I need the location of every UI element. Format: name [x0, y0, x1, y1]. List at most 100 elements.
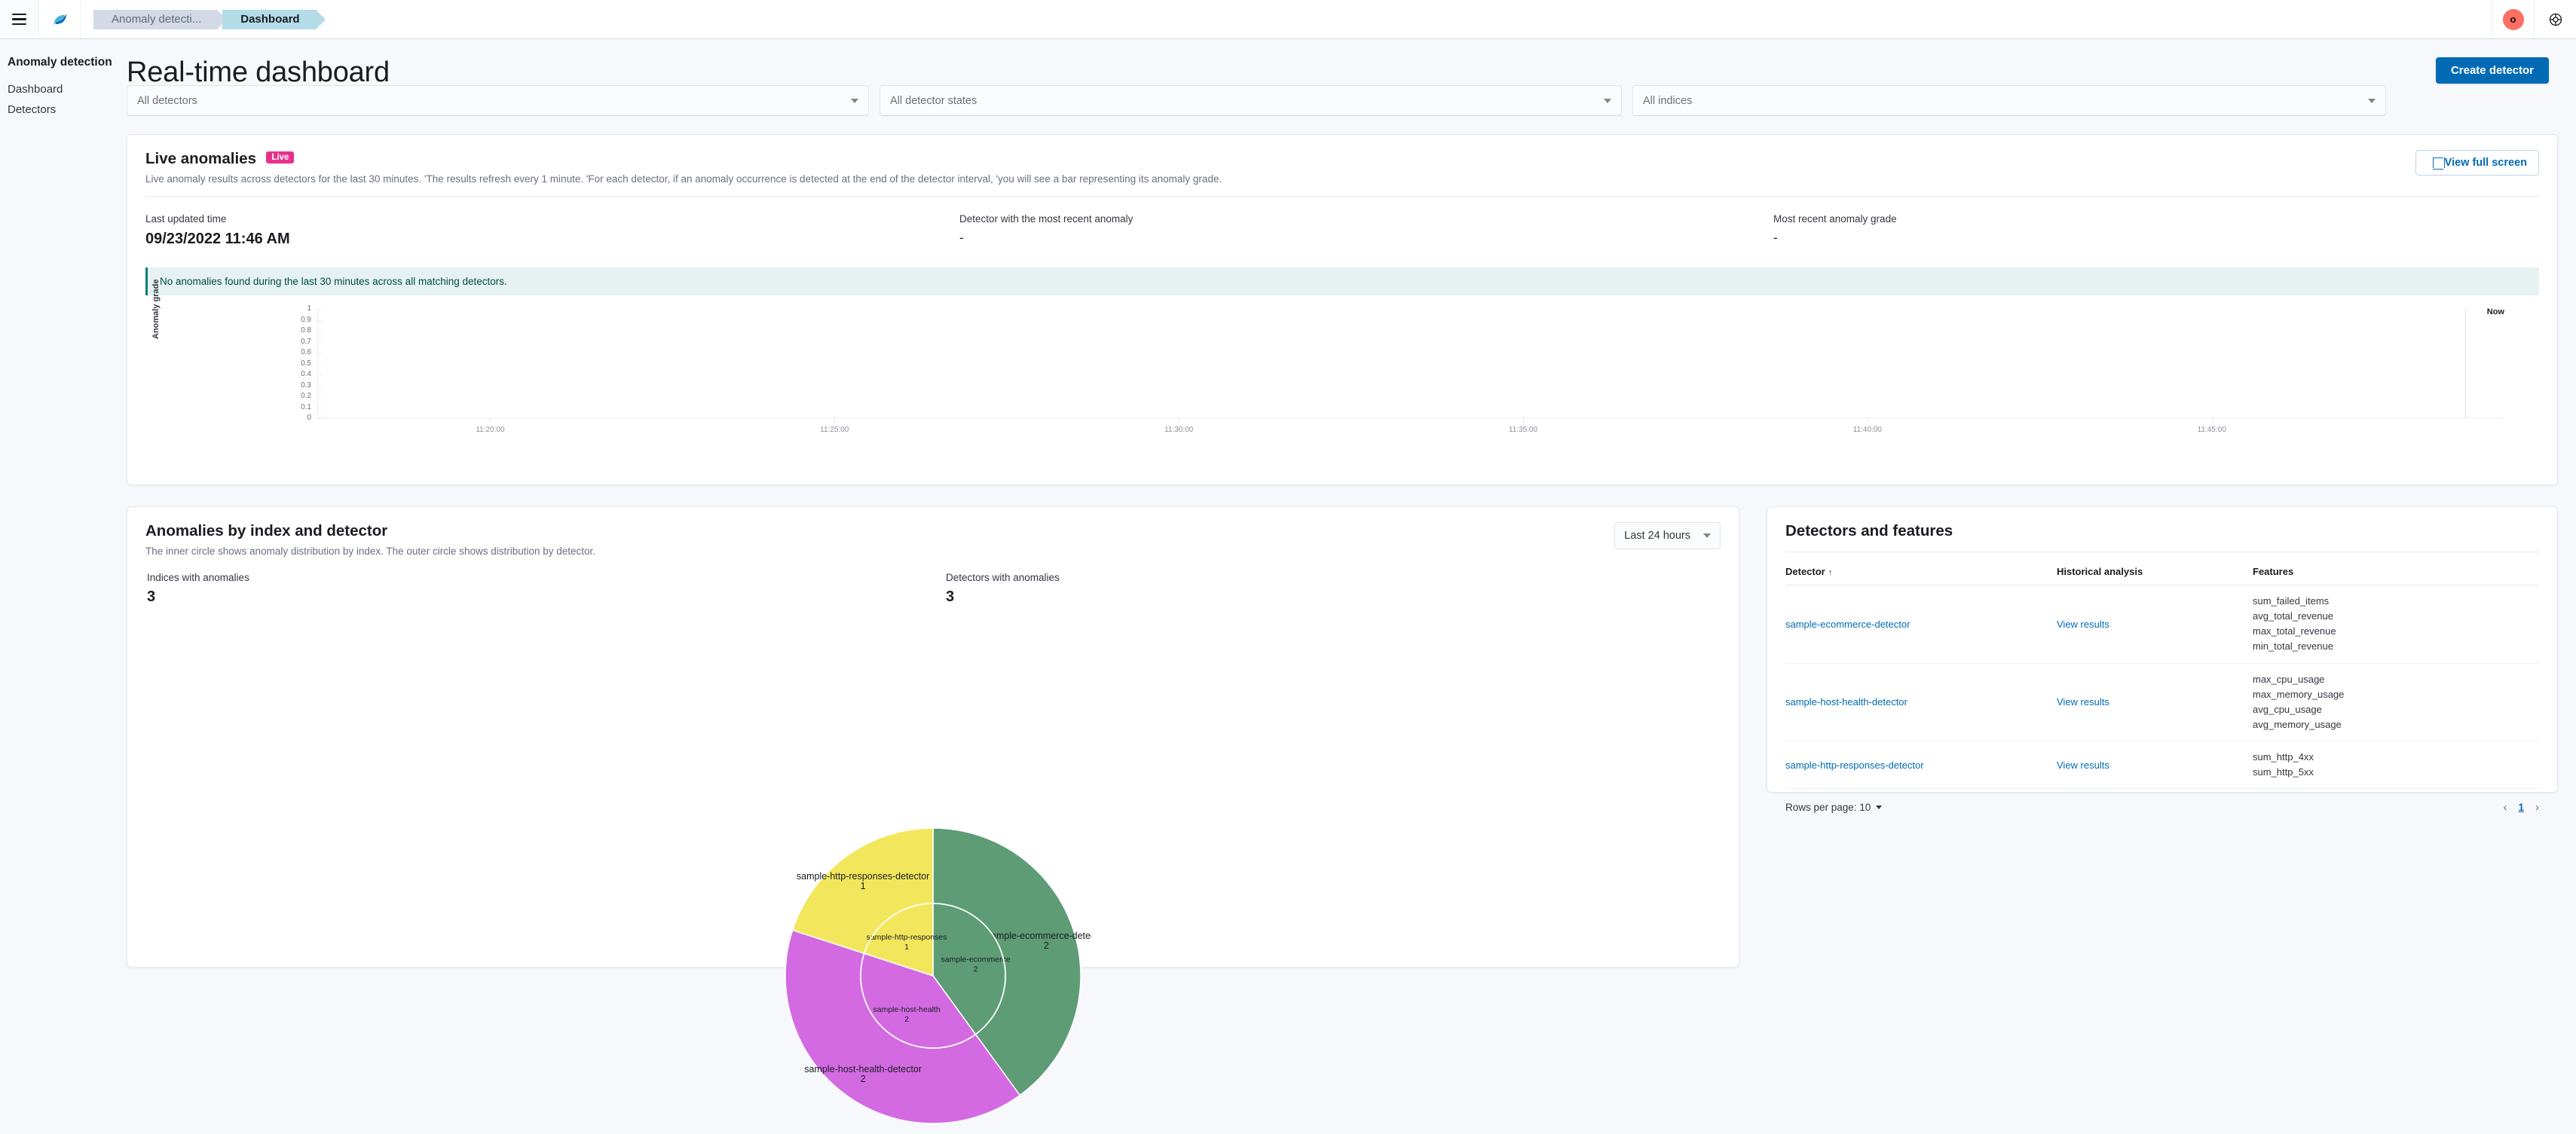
- column-header-detector[interactable]: Detector ↑: [1785, 566, 2057, 585]
- rows-per-page-label: Rows per page: 10: [1785, 802, 1871, 814]
- next-page-button[interactable]: ›: [2535, 801, 2539, 814]
- create-detector-button[interactable]: Create detector: [2435, 57, 2549, 84]
- feature-name: sum_http_5xx: [2253, 766, 2314, 778]
- chart-x-tick-label: 11:45:00: [2197, 426, 2226, 434]
- feature-name: sum_http_4xx: [2253, 751, 2314, 763]
- detectors-and-features-panel: Detectors and features Detector ↑ Histori…: [1767, 506, 2558, 814]
- pie-stats-row: Indices with anomalies 3 Detectors with …: [145, 572, 1721, 606]
- column-header-historical-analysis[interactable]: Historical analysis: [2057, 566, 2253, 585]
- chart-y-tick: 0.5: [301, 359, 311, 368]
- chevron-down-icon: [1604, 98, 1611, 103]
- chart-y-gridline: [318, 385, 322, 387]
- breadcrumb-item-dashboard[interactable]: Dashboard: [222, 9, 326, 29]
- hamburger-icon: [12, 13, 26, 26]
- top-navigation-bar: Anomaly detecti... Dashboard o: [0, 0, 2576, 39]
- live-stats-row: Last updated time 09/23/2022 11:46 AM De…: [145, 213, 2539, 248]
- chart-y-gridline: [318, 418, 322, 419]
- chart-y-axis-title: Anomaly grade: [151, 279, 161, 339]
- chart-y-tick: 0: [307, 414, 311, 422]
- feature-name: max_total_revenue: [2253, 625, 2336, 637]
- detector-link[interactable]: sample-ecommerce-detector: [1785, 619, 1910, 630]
- stat-value: -: [959, 231, 964, 245]
- detector-states-filter-select[interactable]: All detector states: [880, 85, 1622, 116]
- live-status-badge: Live: [266, 151, 295, 164]
- detectors-filter-select[interactable]: All detectors: [127, 85, 869, 116]
- previous-page-button[interactable]: ‹: [2503, 801, 2507, 814]
- help-button[interactable]: [2534, 0, 2576, 38]
- chart-x-tick-label: 11:35:00: [1508, 426, 1538, 434]
- page-title: Real-time dashboard: [127, 57, 390, 88]
- time-range-select[interactable]: Last 24 hours: [1614, 522, 1721, 549]
- chart-y-tick: 0.8: [301, 326, 311, 335]
- chevron-down-icon: [851, 98, 858, 103]
- pagination: ‹ 1 ›: [2503, 801, 2539, 814]
- stat-detector-most-recent-anomaly: Detector with the most recent anomaly -: [959, 213, 1773, 248]
- view-full-screen-button[interactable]: View full screen: [2415, 150, 2539, 176]
- chart-x-tick-mark: [2211, 418, 2213, 423]
- detector-link[interactable]: sample-host-health-detector: [1785, 696, 1908, 708]
- features-cell: sum_failed_items avg_total_revenue max_tot…: [2253, 585, 2539, 664]
- stat-detectors-with-anomalies: Detectors with anomalies 3: [946, 572, 1060, 606]
- breadcrumb: Anomaly detecti... Dashboard: [81, 0, 326, 38]
- chart-y-gridline: [318, 374, 322, 375]
- sidebar-item-dashboard[interactable]: Dashboard: [8, 79, 119, 99]
- feature-name: max_cpu_usage: [2253, 673, 2325, 685]
- sort-ascending-icon: ↑: [1828, 568, 1833, 577]
- chart-y-tick: 0.1: [301, 402, 311, 411]
- sidebar-item-detectors[interactable]: Detectors: [8, 99, 119, 120]
- chart-y-gridline: [318, 341, 322, 343]
- chart-now-line: [2464, 309, 2466, 418]
- view-results-link[interactable]: View results: [2057, 696, 2109, 708]
- anomalies-by-index-and-detector-panel: Anomalies by index and detector The inne…: [127, 506, 1739, 1124]
- menu-toggle-button[interactable]: [0, 0, 39, 38]
- detector-link[interactable]: sample-http-responses-detector: [1785, 760, 1924, 771]
- chart-now-label: Now: [2486, 307, 2505, 316]
- stat-value: 3: [946, 588, 955, 605]
- table-header-row: Detector ↑ Historical analysis Features: [1785, 566, 2539, 585]
- live-anomalies-description: Live anomaly results across detectors fo…: [145, 173, 1222, 185]
- chart-x-tick-mark: [490, 418, 491, 423]
- column-header-label: Detector: [1785, 566, 1825, 577]
- view-results-link[interactable]: View results: [2057, 760, 2109, 771]
- detectors-table: Detector ↑ Historical analysis Features s…: [1785, 566, 2539, 790]
- view-results-link[interactable]: View results: [2057, 619, 2109, 630]
- stat-label: Detectors with anomalies: [946, 572, 1060, 583]
- time-range-value: Last 24 hours: [1624, 530, 1690, 542]
- chart-y-tick: 0.2: [301, 392, 311, 400]
- chart-y-tick: 0.6: [301, 348, 311, 356]
- chart-x-tick-mark: [834, 418, 836, 423]
- detectors-filter-value: All detectors: [137, 94, 197, 107]
- no-anomalies-callout: No anomalies found during the last 30 mi…: [145, 267, 2539, 295]
- sunburst-chart[interactable]: sample-ecommerce-detector2sample-host-he…: [775, 818, 1091, 1134]
- breadcrumb-item-anomaly-detection[interactable]: Anomaly detecti...: [93, 9, 228, 29]
- rows-per-page-select[interactable]: Rows per page: 10: [1785, 802, 1883, 814]
- top-nav-right-cluster: o: [2492, 0, 2576, 38]
- live-anomalies-panel: Live anomalies Live Live anomaly results…: [127, 134, 2558, 485]
- stat-label: Last updated time: [145, 213, 227, 225]
- chart-x-tick-label: 11:20:00: [476, 426, 505, 434]
- indices-filter-select[interactable]: All indices: [1632, 85, 2386, 116]
- chart-y-tick: 0.3: [301, 381, 311, 390]
- opensearch-logo-icon[interactable]: [39, 0, 81, 38]
- feature-name: avg_cpu_usage: [2253, 703, 2322, 715]
- avatar: o: [2502, 8, 2524, 30]
- column-header-features[interactable]: Features: [2253, 566, 2539, 585]
- chart-y-axis-ticks: 1 0.9 0.8 0.7 0.6 0.5 0.4 0.3 0.2 0.1 0: [289, 305, 311, 422]
- chart-y-tick: 0.7: [301, 337, 311, 346]
- table-row: sample-ecommerce-detector View results sum…: [1785, 585, 2539, 664]
- user-avatar-button[interactable]: o: [2492, 0, 2534, 38]
- stat-value: 09/23/2022 11:46 AM: [145, 231, 290, 247]
- page-number-1[interactable]: 1: [2518, 802, 2524, 813]
- chart-y-gridline: [318, 396, 322, 397]
- detector-states-filter-value: All detector states: [890, 94, 977, 107]
- features-cell: sum_http_4xx sum_http_5xx: [2253, 741, 2539, 790]
- stat-value: 3: [147, 588, 156, 605]
- stat-indices-with-anomalies: Indices with anomalies 3: [147, 572, 946, 606]
- chart-plot-area: 11:20:00 11:25:00 11:30:00 11:35:00 11:40:00…: [317, 307, 2505, 434]
- detectors-panel-title: Detectors and features: [1785, 522, 1953, 539]
- chart-y-tick: 0.4: [301, 370, 311, 378]
- live-anomalies-chart: Anomaly grade 1 0.9 0.8 0.7 0.6 0.5 0.4 0.3 0.2 0…: [145, 280, 2539, 445]
- stat-label: Detector with the most recent anomaly: [959, 213, 1134, 225]
- chart-y-gridline: [318, 319, 322, 321]
- chart-y-tick: 0.9: [301, 315, 311, 324]
